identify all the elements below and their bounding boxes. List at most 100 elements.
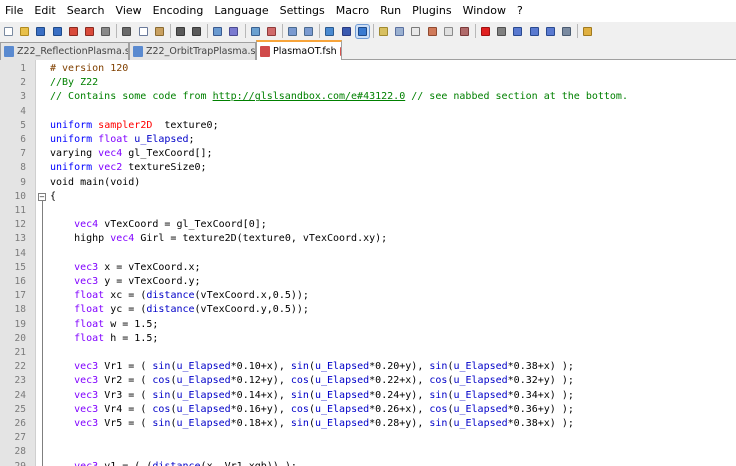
save-all-icon[interactable] (51, 25, 64, 38)
code-line: 18 float yc = (distance(vTexCoord.y,0.5)… (0, 303, 736, 317)
cut-icon[interactable] (120, 25, 133, 38)
menu-window[interactable]: Window (458, 0, 512, 22)
stop-recording-icon[interactable] (495, 25, 508, 38)
monitoring-icon[interactable] (442, 25, 455, 38)
code-token: Vr3 = ( (98, 389, 153, 401)
redo-icon[interactable] (190, 25, 203, 38)
function-list-icon[interactable] (409, 25, 422, 38)
code-line: 28 (0, 445, 736, 459)
undo-icon[interactable] (174, 25, 187, 38)
show-all-characters-icon[interactable] (340, 25, 353, 38)
menu-view[interactable]: View (111, 0, 148, 22)
code-text: vec3 Vr1 = ( sin(u_Elapsed*0.10+x), sin(… (50, 360, 574, 374)
menu-macro[interactable]: Macro (331, 0, 375, 22)
code-token: *0.38+x) ); (507, 418, 574, 429)
run-macro-multiple-icon[interactable] (528, 25, 541, 38)
code-token: u_Elapsed (314, 403, 370, 415)
line-number: 16 (14, 276, 26, 287)
code-token: cos (152, 375, 171, 387)
eye-icon[interactable] (458, 25, 471, 38)
menu-file[interactable]: File (0, 0, 29, 22)
word-wrap-icon[interactable] (323, 25, 336, 38)
toolbar-separator (475, 24, 477, 38)
code-line: 1 # version 120 (0, 62, 736, 76)
menu-plugins[interactable]: Plugins (407, 0, 457, 22)
fold-toggle-icon[interactable]: − (38, 192, 46, 201)
code-token: *0.22+x), (369, 375, 430, 387)
code-token: *0.20+y), (369, 361, 430, 373)
menu-edit[interactable]: Edit (29, 0, 61, 22)
code-text: { (50, 190, 56, 204)
code-text: vec3 v1 = ( (distance(x, Vr1.xgb)) ); (50, 460, 297, 466)
macro-list-icon[interactable] (560, 25, 573, 38)
code-line: 27 (0, 431, 736, 445)
line-number: 28 (14, 446, 26, 458)
line-number: 2 (20, 77, 26, 89)
code-token: vec2 (98, 162, 123, 174)
folder-as-workspace-icon[interactable] (426, 25, 439, 38)
save-macro-icon[interactable] (544, 25, 557, 38)
tab-close-icon[interactable]: ✕ (339, 46, 341, 56)
code-line: 26 vec3 Vr5 = ( sin(u_Elapsed*0.18+x), s… (0, 417, 736, 431)
open-file-icon[interactable] (18, 25, 31, 38)
code-token: u_Elapsed (453, 375, 508, 387)
code-token: vec3 (74, 361, 99, 373)
code-token: highp (50, 233, 111, 245)
code-token: u_Elapsed (453, 403, 508, 415)
code-text: // Contains some code from http://glslsa… (50, 90, 628, 104)
code-line: 12 vec4 vTexCoord = gl_TexCoord[0]; (0, 218, 736, 232)
menu-encoding[interactable]: Encoding (148, 0, 210, 22)
code-text: void main(void) (50, 176, 140, 190)
find-icon[interactable] (211, 25, 224, 38)
sync-horizontal-icon[interactable] (302, 25, 315, 38)
code-text: vec3 Vr3 = ( sin(u_Elapsed*0.14+x), sin(… (50, 389, 574, 403)
save-icon[interactable] (34, 25, 47, 38)
doc-map-icon[interactable] (393, 25, 406, 38)
playback-macro-icon[interactable] (511, 25, 524, 38)
paste-icon[interactable] (153, 25, 166, 38)
record-macro-icon[interactable] (479, 25, 492, 38)
code-token: uniform (50, 119, 99, 131)
menu-search[interactable]: Search (62, 0, 111, 22)
menu-run[interactable]: Run (375, 0, 407, 22)
code-token: vec3 (74, 403, 99, 415)
tab-plasmaot-fsh[interactable]: PlasmaOT.fsh✕ (256, 40, 342, 60)
code-token: float (74, 332, 105, 344)
language-define-icon[interactable] (377, 25, 390, 38)
zoom-in-icon[interactable] (249, 25, 262, 38)
replace-icon[interactable] (227, 25, 240, 38)
code-line: 2 //By Z22 (0, 76, 736, 90)
plugin-folder-icon[interactable] (581, 25, 594, 38)
code-editor[interactable]: 1 # version 120 2 //By Z22 3 // Contains some… (0, 60, 736, 466)
new-file-icon[interactable] (2, 25, 15, 38)
close-icon[interactable] (67, 25, 80, 38)
print-icon[interactable] (99, 25, 112, 38)
code-token: vec3 (74, 418, 99, 429)
code-token: Girl = texture2D(texture0, vTexCoord.xy)… (134, 233, 388, 245)
code-token: vec3 (74, 375, 99, 387)
code-token: gl_TexCoord[]; (122, 148, 213, 160)
menu-settings[interactable]: Settings (275, 0, 331, 22)
copy-icon[interactable] (137, 25, 150, 38)
tab-z22-orbittrapplasma-scn[interactable]: Z22_OrbitTrapPlasma.scn✕ (129, 42, 256, 60)
code-token: //By Z22 (50, 77, 99, 89)
code-token: vec3 (74, 389, 99, 401)
fold-guide-line (42, 200, 43, 466)
close-all-icon[interactable] (83, 25, 96, 38)
code-token: sin (152, 361, 171, 373)
line-number: 5 (20, 119, 26, 131)
code-line: 13 highp vec4 Girl = texture2D(texture0,… (0, 232, 736, 246)
code-token: ; (188, 134, 195, 145)
zoom-out-icon[interactable] (265, 25, 278, 38)
code-token: distance (152, 461, 200, 466)
tab-z22-reflectionplasma-scn[interactable]: Z22_ReflectionPlasma.scn✕ (0, 42, 129, 60)
menu-language[interactable]: Language (209, 0, 274, 22)
indent-guide-icon[interactable] (354, 23, 370, 39)
sync-vertical-icon[interactable] (286, 25, 299, 38)
line-number: 13 (14, 233, 26, 245)
menu-help[interactable]: ? (512, 0, 529, 22)
